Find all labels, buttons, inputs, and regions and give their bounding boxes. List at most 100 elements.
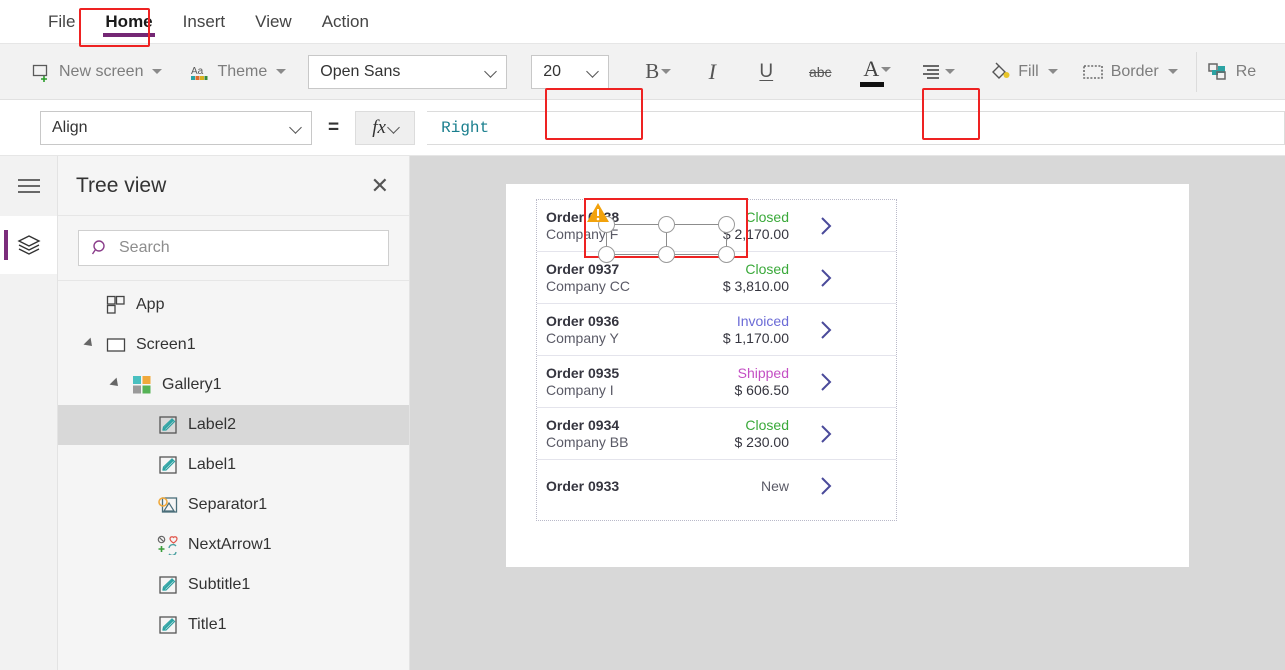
- tree-view-rail-button[interactable]: [0, 216, 57, 274]
- expand-caret-icon[interactable]: [82, 337, 96, 350]
- italic-button[interactable]: I: [693, 53, 731, 91]
- status-label: Closed: [745, 416, 789, 433]
- text-align-button[interactable]: [915, 53, 961, 91]
- border-label: Border: [1110, 62, 1159, 80]
- tree-node-nextarrow1[interactable]: NextArrow1: [58, 525, 409, 565]
- strikethrough-label: abc: [808, 63, 832, 80]
- new-screen-button[interactable]: New screen: [30, 61, 163, 83]
- gallery-row-left: Order 0937 Company CC: [537, 261, 643, 295]
- font-size-dropdown[interactable]: 20: [531, 54, 610, 89]
- strikethrough-button[interactable]: abc: [801, 53, 839, 91]
- gallery-row[interactable]: Order 0935 Company I Shipped $ 606.50: [537, 356, 896, 408]
- active-indicator: [4, 230, 8, 260]
- amount-label: $ 1,170.00: [722, 329, 789, 346]
- label-icon: [157, 414, 179, 436]
- menu-item-view[interactable]: View: [243, 6, 304, 38]
- tree-node-label: Title1: [188, 616, 227, 633]
- tree-node-label: Separator1: [188, 496, 268, 513]
- tree-node-title1[interactable]: Title1: [58, 605, 409, 645]
- chevron-right-icon: [821, 320, 832, 339]
- theme-button[interactable]: Aa Theme: [188, 61, 287, 83]
- expand-caret-icon[interactable]: [108, 377, 122, 390]
- font-family-dropdown[interactable]: Open Sans: [308, 54, 508, 89]
- gallery-row[interactable]: Order 0933 New: [537, 460, 896, 512]
- gallery-row-left: Order 0935 Company I: [537, 365, 643, 399]
- formula-input[interactable]: Right: [427, 110, 1285, 145]
- tree-node-subtitle1[interactable]: Subtitle1: [58, 565, 409, 605]
- status-label: New: [760, 477, 789, 494]
- screen-icon: [105, 334, 127, 356]
- menu-item-insert[interactable]: Insert: [171, 6, 238, 38]
- chevron-down-icon: [661, 69, 672, 74]
- chevron-down-icon: [291, 122, 302, 133]
- tree-node-screen1[interactable]: Screen1: [58, 325, 409, 365]
- menu-item-action[interactable]: Action: [310, 6, 381, 38]
- property-value: Align: [52, 118, 88, 136]
- fill-label: Fill: [1018, 62, 1039, 80]
- bold-label: B: [645, 59, 660, 83]
- next-arrow-button[interactable]: [801, 215, 896, 237]
- fill-button[interactable]: Fill: [989, 61, 1058, 83]
- amount-label: $ 2,170.00: [722, 225, 789, 242]
- chevron-right-icon: [821, 477, 832, 495]
- gallery-row-mid: Closed $ 2,170.00: [643, 209, 801, 243]
- hamburger-button[interactable]: [0, 156, 57, 216]
- chevron-down-icon: [1047, 69, 1058, 74]
- menu-item-file[interactable]: File: [36, 6, 87, 38]
- reorder-label: Re: [1235, 62, 1257, 80]
- gallery1-control[interactable]: Order 0938 Company F Closed $ 2,170.00 Order…: [536, 199, 897, 521]
- studio-body: Tree view ✕ Search App Screen1 Gallery1 Lab…: [0, 156, 1285, 670]
- chevron-down-icon: [486, 66, 497, 77]
- chevron-down-icon: [276, 69, 287, 74]
- gallery-row[interactable]: Order 0934 Company BB Closed $ 230.00: [537, 408, 896, 460]
- next-arrow-button[interactable]: [801, 423, 896, 445]
- app-screen-preview[interactable]: Order 0938 Company F Closed $ 2,170.00 Order…: [506, 184, 1189, 567]
- menu-item-home[interactable]: Home: [93, 6, 164, 38]
- order-title: Order 0936: [546, 312, 620, 329]
- tree-node-label: Gallery1: [162, 376, 222, 393]
- tree-node-gallery1[interactable]: Gallery1: [58, 365, 409, 405]
- equals-sign: =: [328, 116, 340, 138]
- reorder-button[interactable]: Re: [1207, 61, 1256, 83]
- gallery-row[interactable]: Order 0938 Company F Closed $ 2,170.00: [537, 200, 896, 252]
- border-icon: [1082, 61, 1104, 83]
- next-arrow-button[interactable]: [801, 319, 896, 341]
- next-arrow-button[interactable]: [801, 371, 896, 393]
- tree-node-label2[interactable]: Label2: [58, 405, 409, 445]
- tree-view-header: Tree view ✕: [58, 156, 409, 216]
- order-title: Order 0934: [546, 416, 620, 433]
- power-apps-studio: File Home Insert View Action New screen: [0, 0, 1285, 670]
- gallery-row-mid: Closed $ 3,810.00: [643, 261, 801, 295]
- underline-button[interactable]: U: [747, 53, 785, 91]
- chevron-down-icon: [152, 69, 163, 74]
- property-dropdown[interactable]: Align: [40, 110, 312, 145]
- status-label: Closed: [745, 208, 789, 225]
- tree-node-label: Label2: [188, 416, 237, 433]
- formula-value: Right: [441, 118, 490, 137]
- bold-button[interactable]: B: [633, 53, 683, 91]
- close-icon[interactable]: ✕: [371, 174, 389, 197]
- font-color-button[interactable]: A: [853, 53, 901, 91]
- next-arrow-button[interactable]: [801, 475, 896, 497]
- fx-button[interactable]: fx: [355, 110, 416, 145]
- chevron-right-icon: [821, 424, 832, 443]
- label-icon: [157, 614, 179, 636]
- tree-node-app[interactable]: App: [58, 285, 409, 325]
- search-icon: [91, 240, 105, 255]
- tree-node-separator1[interactable]: Separator1: [58, 485, 409, 525]
- next-arrow-button[interactable]: [801, 267, 896, 289]
- tree-node-label: Subtitle1: [188, 576, 251, 593]
- status-label: Shipped: [737, 364, 789, 381]
- search-input[interactable]: Search: [78, 230, 389, 266]
- border-button[interactable]: Border: [1082, 61, 1178, 83]
- menu-item-label: Home: [105, 11, 153, 31]
- chevron-down-icon: [588, 66, 599, 77]
- gallery-row[interactable]: Order 0936 Company Y Invoiced $ 1,170.00: [537, 304, 896, 356]
- theme-icon: Aa: [188, 61, 210, 83]
- fill-bucket-icon: [989, 61, 1011, 83]
- menu-item-label: Insert: [182, 11, 226, 31]
- font-color-swatch: [860, 82, 885, 87]
- gallery-row-left: Order 0936 Company Y: [537, 313, 643, 347]
- tree-node-label1[interactable]: Label1: [58, 445, 409, 485]
- gallery-row[interactable]: Order 0937 Company CC Closed $ 3,810.00: [537, 252, 896, 304]
